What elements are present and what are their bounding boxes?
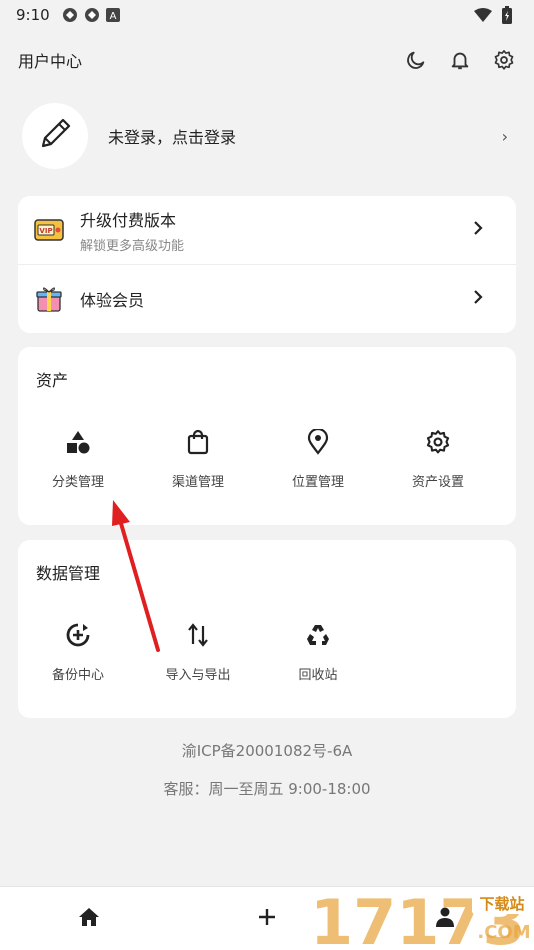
sync-icon [62,7,78,23]
grid-label: 回收站 [298,668,338,683]
trial-membership-row[interactable]: 体验会员 [18,264,516,332]
customer-service-hours: 客服：周一至周五 9:00-18:00 [163,780,371,798]
gear-icon [423,427,453,457]
svg-text:A: A [109,11,116,22]
data-management-card: 数据管理 备份中心 导入与导出 回收站 [18,540,516,718]
assets-card: 资产 分类管理 渠道管理 位置管理 资产设置 [18,347,516,525]
svg-text:VIP: VIP [39,227,52,235]
wifi-icon [474,8,492,22]
sync-icon [84,7,100,23]
app-header: 用户中心 [0,38,534,82]
backup-icon [63,620,93,650]
grid-label: 位置管理 [291,475,344,490]
recycle-bin-button[interactable]: 回收站 [258,620,378,690]
grid-label: 分类管理 [51,475,104,490]
upgrade-paid-version-row[interactable]: VIP 升级付费版本 解锁更多高级功能 [18,196,516,264]
location-pin-icon [303,427,333,457]
icp-text: 渝ICP备20001082号-6A [181,742,353,760]
status-time: 9:10 [16,6,50,24]
nav-home[interactable] [0,887,178,950]
bell-icon[interactable] [448,48,472,72]
bottom-nav [0,886,534,950]
grid-label: 资产设置 [411,475,464,490]
a-icon: A [105,8,120,22]
plus-icon [257,907,277,931]
upgrade-title: 升级付费版本 [80,210,177,230]
avatar[interactable] [22,103,88,169]
recycle-icon [303,620,333,650]
pen-icon [37,116,73,156]
location-management-button[interactable]: 位置管理 [258,427,378,497]
nav-profile[interactable] [356,887,534,950]
backup-center-button[interactable]: 备份中心 [18,620,138,690]
nav-add[interactable] [178,887,356,950]
grid-label: 导入与导出 [165,668,231,683]
shapes-icon [63,427,93,457]
page-title: 用户中心 [18,52,83,71]
login-row[interactable]: 未登录，点击登录 › [18,100,516,172]
section-title-assets: 资产 [36,371,69,390]
battery-icon [502,6,512,24]
vip-ticket-icon: VIP [34,215,64,245]
section-title-data: 数据管理 [36,564,101,583]
home-icon [78,907,100,931]
status-bar: 9:10 A [0,0,534,30]
category-management-button[interactable]: 分类管理 [18,427,138,497]
grid-label: 备份中心 [51,668,104,683]
trial-title: 体验会员 [80,290,145,310]
upgrade-subtitle: 解锁更多高级功能 [80,238,185,254]
swap-vertical-icon [183,620,213,650]
chevron-right-icon [472,289,484,309]
asset-settings-button[interactable]: 资产设置 [378,427,498,497]
grid-label: 渠道管理 [171,475,224,490]
moon-icon[interactable] [404,48,428,72]
bag-icon [183,427,213,457]
channel-management-button[interactable]: 渠道管理 [138,427,258,497]
login-prompt[interactable]: 未登录，点击登录 [108,124,236,148]
import-export-button[interactable]: 导入与导出 [138,620,258,690]
person-icon [434,906,456,932]
chevron-right-icon: › [501,126,508,146]
upgrade-card: VIP 升级付费版本 解锁更多高级功能 体验会员 [18,196,516,333]
gear-icon[interactable] [492,48,516,72]
gift-icon [34,284,64,314]
chevron-right-icon [472,220,484,240]
